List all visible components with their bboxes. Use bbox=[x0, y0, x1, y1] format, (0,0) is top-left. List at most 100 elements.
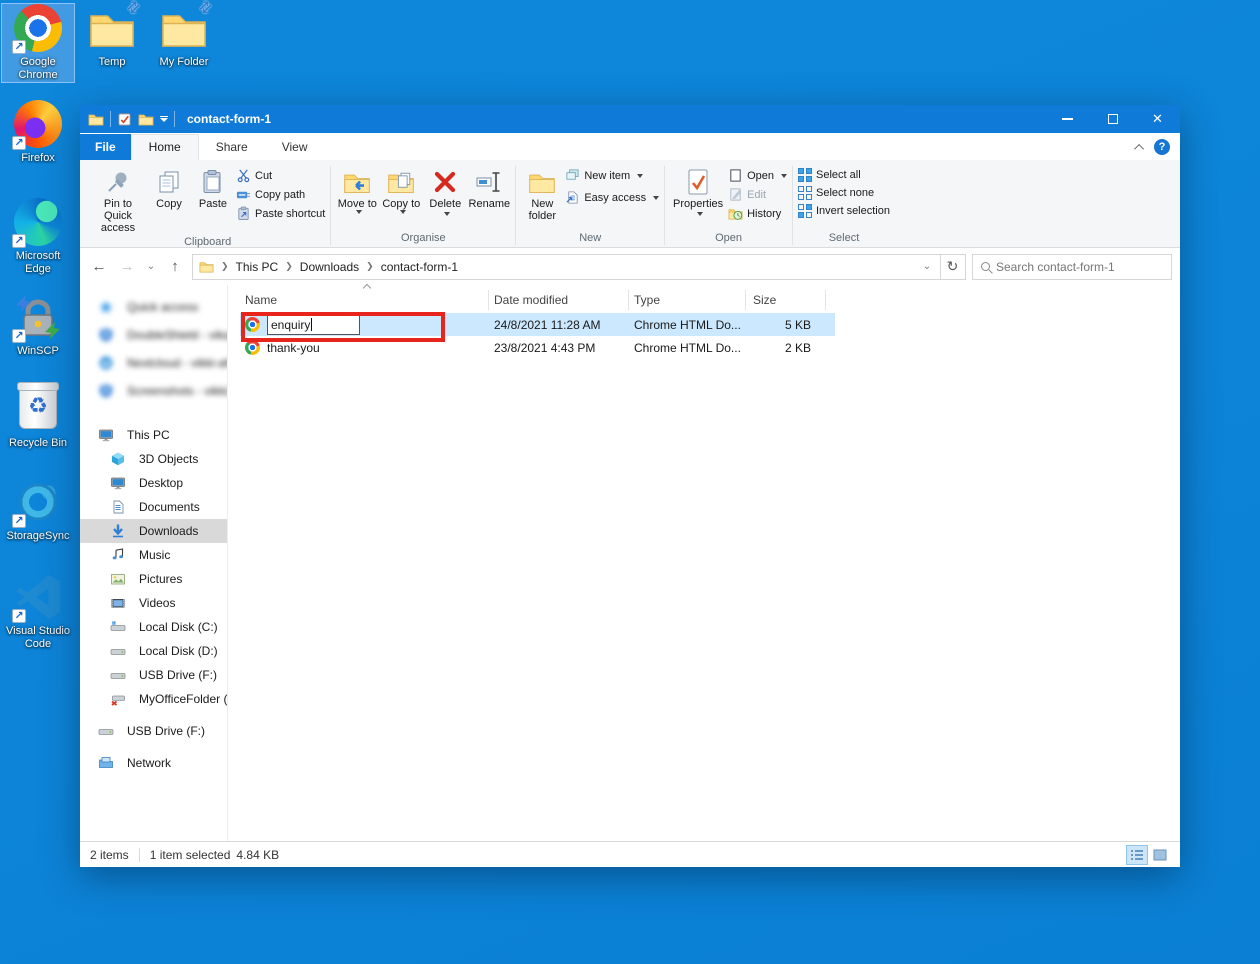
sidebar-item-blurred-2[interactable]: Nextcloud - vikki-afs bbox=[80, 349, 227, 377]
sidebar-item-this-pc[interactable]: This PC bbox=[80, 423, 227, 447]
delete-button[interactable]: Delete bbox=[424, 164, 466, 216]
move-to-icon bbox=[343, 166, 371, 198]
title-bar[interactable]: contact-form-1 ✕ bbox=[80, 105, 1180, 133]
close-button[interactable]: ✕ bbox=[1135, 105, 1180, 133]
copy-path-button[interactable]: Copy path bbox=[236, 187, 325, 202]
rename-input[interactable]: enquiry bbox=[267, 315, 360, 335]
large-icons-view-button[interactable] bbox=[1150, 846, 1170, 864]
firefox-icon: ↗ bbox=[14, 100, 62, 148]
new-item-button[interactable]: New item bbox=[565, 168, 659, 183]
desktop-icon-my-folder[interactable]: ⇄ My Folder bbox=[148, 4, 220, 69]
address-dropdown-caret[interactable]: ⌄ bbox=[920, 261, 934, 272]
refresh-button[interactable]: ↻ bbox=[940, 254, 966, 280]
address-breadcrumb[interactable]: ❯ This PC ❯ Downloads ❯ contact-form-1 ⌄ bbox=[192, 254, 941, 280]
download-arrow-icon bbox=[110, 523, 126, 539]
back-button[interactable]: ← bbox=[88, 258, 110, 275]
pin-to-quick-access-button[interactable]: Pin to Quick access bbox=[90, 164, 146, 234]
sidebar-item-desktop[interactable]: Desktop bbox=[80, 471, 227, 495]
sidebar-item-documents[interactable]: Documents bbox=[80, 495, 227, 519]
sidebar-item-network[interactable]: Network bbox=[80, 751, 227, 775]
column-headers: Name Date modified Type Size bbox=[228, 287, 1180, 313]
cut-button[interactable]: Cut bbox=[236, 168, 325, 183]
paste-button[interactable]: Paste bbox=[192, 164, 234, 210]
sidebar-label: Network bbox=[127, 756, 171, 770]
sidebar-item-downloads[interactable]: Downloads bbox=[80, 519, 227, 543]
sidebar-item-3d-objects[interactable]: 3D Objects bbox=[80, 447, 227, 471]
details-view-button[interactable] bbox=[1127, 846, 1147, 864]
desktop-icon-temp-folder[interactable]: ⇄ Temp bbox=[76, 4, 148, 69]
sidebar-item-myofficefolder[interactable]: MyOfficeFolder (\\\ bbox=[80, 687, 227, 711]
move-to-button[interactable]: Move to bbox=[336, 164, 378, 214]
desktop-icon-winscp[interactable]: ↗ WinSCP bbox=[2, 293, 74, 358]
button-label: Cut bbox=[255, 170, 272, 182]
sidebar-item-music[interactable]: Music bbox=[80, 543, 227, 567]
column-header-name[interactable]: Name bbox=[228, 293, 488, 307]
help-icon[interactable]: ? bbox=[1154, 139, 1170, 155]
dropdown-caret-icon bbox=[400, 210, 406, 214]
edit-button[interactable]: Edit bbox=[728, 187, 787, 202]
tab-home[interactable]: Home bbox=[131, 134, 199, 160]
sidebar-item-videos[interactable]: Videos bbox=[80, 591, 227, 615]
file-row-thank-you[interactable]: thank-you 23/8/2021 4:43 PM Chrome HTML … bbox=[228, 336, 1180, 359]
sidebar-item-pictures[interactable]: Pictures bbox=[80, 567, 227, 591]
sidebar-item-quick-access[interactable]: Quick access bbox=[80, 293, 227, 321]
select-all-button[interactable]: Select all bbox=[798, 168, 890, 182]
desktop-icon-recycle-bin[interactable]: ♻ Recycle Bin bbox=[2, 383, 74, 450]
history-button[interactable]: History bbox=[728, 206, 787, 221]
desktop-icon-firefox[interactable]: ↗ Firefox bbox=[2, 100, 74, 165]
invert-selection-icon bbox=[798, 204, 812, 218]
maximize-button[interactable] bbox=[1090, 105, 1135, 133]
sidebar-item-blurred-3[interactable]: Screenshots - vikki26 bbox=[80, 377, 227, 405]
paste-shortcut-button[interactable]: Paste shortcut bbox=[236, 206, 325, 221]
desktop-icon-vscode[interactable]: ↗ Visual Studio Code bbox=[2, 573, 74, 651]
separator bbox=[174, 111, 175, 127]
storagesync-icon: ↗ bbox=[14, 478, 62, 526]
file-row-enquiry[interactable]: enquiry 24/8/2021 11:28 AM Chrome HTML D… bbox=[228, 313, 1180, 336]
column-header-type[interactable]: Type bbox=[628, 293, 745, 307]
breadcrumb-this-pc[interactable]: This PC bbox=[236, 260, 279, 274]
minimize-button[interactable] bbox=[1045, 105, 1090, 133]
sidebar-item-usb-drive[interactable]: USB Drive (F:) bbox=[80, 663, 227, 687]
select-none-button[interactable]: Select none bbox=[798, 186, 890, 200]
button-label: Copy bbox=[156, 198, 182, 210]
easy-access-button[interactable]: Easy access bbox=[565, 190, 659, 205]
sidebar-item-blurred-1[interactable]: DoubleShield - vikab bbox=[80, 321, 227, 349]
forward-button[interactable]: → bbox=[116, 258, 138, 275]
open-button[interactable]: Open bbox=[728, 168, 787, 183]
up-button[interactable]: ↑ bbox=[164, 258, 186, 275]
new-folder-button[interactable]: New folder bbox=[521, 164, 563, 222]
address-bar-row: ← → ⌄ ↑ ❯ This PC ❯ Downloads ❯ contact-… bbox=[80, 248, 1180, 285]
tab-view[interactable]: View bbox=[265, 135, 325, 160]
copy-to-button[interactable]: Copy to bbox=[380, 164, 422, 214]
button-label: Delete bbox=[429, 198, 461, 210]
tab-share[interactable]: Share bbox=[199, 135, 265, 160]
breadcrumb-folder-icon bbox=[199, 259, 214, 274]
invert-selection-button[interactable]: Invert selection bbox=[798, 204, 890, 218]
recent-locations-caret[interactable]: ⌄ bbox=[144, 261, 158, 272]
edge-icon: ↗ bbox=[14, 198, 62, 246]
tab-file[interactable]: File bbox=[80, 134, 131, 160]
desktop-icon-storagesync[interactable]: ↗ StorageSync bbox=[2, 478, 74, 543]
breadcrumb-downloads[interactable]: Downloads bbox=[300, 260, 359, 274]
column-header-size[interactable]: Size bbox=[745, 293, 825, 307]
breadcrumb-current-folder[interactable]: contact-form-1 bbox=[381, 260, 458, 274]
rename-button[interactable]: Rename bbox=[468, 164, 510, 210]
properties-button[interactable]: Properties bbox=[670, 164, 726, 216]
qat-customize-icon[interactable] bbox=[160, 116, 168, 123]
copy-button[interactable]: Copy bbox=[148, 164, 190, 210]
desktop-icon-microsoft-edge[interactable]: ↗ Microsoft Edge bbox=[2, 198, 74, 276]
button-label: Properties bbox=[673, 198, 723, 210]
column-separator bbox=[488, 290, 489, 310]
search-input[interactable]: Search contact-form-1 bbox=[972, 254, 1172, 280]
chrome-file-icon bbox=[245, 340, 261, 356]
qat-new-folder-icon[interactable] bbox=[138, 111, 154, 127]
file-date: 23/8/2021 4:43 PM bbox=[488, 341, 628, 355]
sidebar-item-local-disk-d[interactable]: Local Disk (D:) bbox=[80, 639, 227, 663]
qat-properties-icon[interactable] bbox=[117, 112, 132, 127]
sidebar-item-usb-drive-root[interactable]: USB Drive (F:) bbox=[80, 719, 227, 743]
collapse-ribbon-icon[interactable] bbox=[1134, 143, 1144, 153]
sidebar-item-local-disk-c[interactable]: Local Disk (C:) bbox=[80, 615, 227, 639]
desktop-icon-google-chrome[interactable]: ↗ Google Chrome bbox=[2, 4, 74, 82]
column-header-date-modified[interactable]: Date modified bbox=[488, 293, 628, 307]
separator bbox=[515, 166, 516, 245]
